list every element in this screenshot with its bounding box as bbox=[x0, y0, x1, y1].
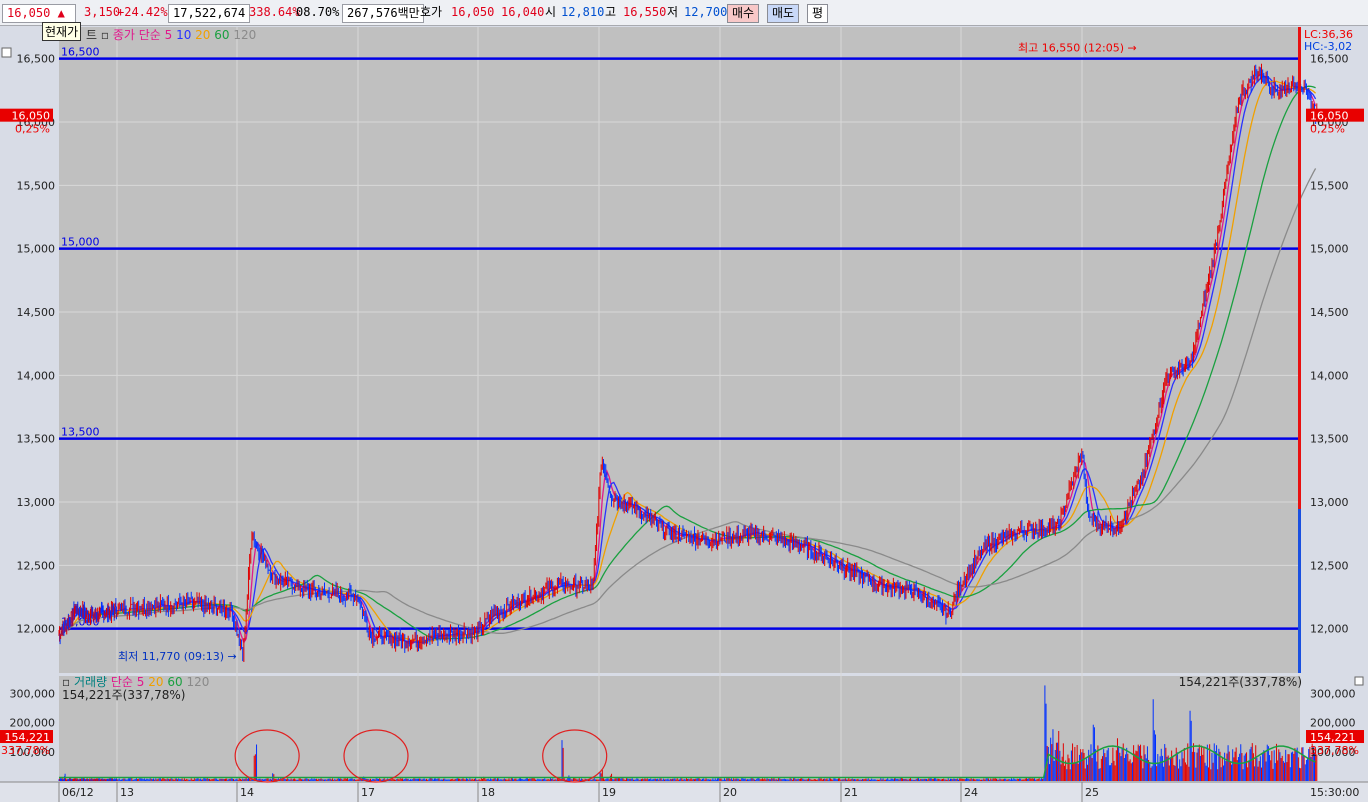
low-price: 12,700 bbox=[684, 5, 728, 19]
y-tick-left: 15,000 bbox=[17, 243, 56, 256]
right-pct-text: 0,25% bbox=[1310, 123, 1345, 136]
low-annotation: 최저 11,770 (09:13) → bbox=[118, 650, 237, 663]
volume-ratio: 338.64% bbox=[249, 5, 300, 19]
open-label: 시 bbox=[545, 5, 557, 19]
x-tick: 21 bbox=[844, 786, 858, 799]
grid-toggle-icon[interactable] bbox=[1, 47, 12, 58]
buy-button[interactable]: 매수 bbox=[727, 4, 760, 23]
x-tick: 24 bbox=[964, 786, 978, 799]
volume-legend[interactable]: ▫ 거래량 단순 5 20 60 120 bbox=[62, 675, 209, 689]
volume-y-tick-left: 200,000 bbox=[10, 717, 56, 730]
y-tick-right: 12,000 bbox=[1310, 623, 1349, 636]
trade-amount: 267,576백만 bbox=[342, 4, 424, 23]
current-price: 16,050 ▲ bbox=[2, 4, 76, 23]
support-line-label: 15,000 bbox=[61, 236, 100, 249]
quote-toolbar: 16,050 ▲ 3,150 +24.42% 17,522,674 338.64… bbox=[0, 0, 1368, 26]
ask-price: 16,050 bbox=[451, 5, 495, 19]
quote-label: 호가 bbox=[420, 5, 443, 19]
turnover: 08.70% bbox=[296, 5, 340, 19]
y-tick-right: 14,500 bbox=[1310, 306, 1349, 319]
y-tick-left: 12,000 bbox=[17, 623, 56, 636]
change-percent: +24.42% bbox=[117, 5, 168, 19]
volume-y-tick-right: 200,000 bbox=[1310, 717, 1356, 730]
sell-button[interactable]: 매도 bbox=[767, 4, 800, 23]
y-tick-right: 14,000 bbox=[1310, 369, 1349, 382]
y-tick-left: 15,500 bbox=[17, 179, 56, 192]
right-volume-badge-text: 154,221 bbox=[1310, 731, 1356, 744]
price-plot-area[interactable] bbox=[59, 27, 1300, 673]
x-tick: 25 bbox=[1085, 786, 1099, 799]
y-tick-left: 14,000 bbox=[17, 369, 56, 382]
volume: 17,522,674 bbox=[168, 4, 250, 23]
change-value: 3,150 bbox=[84, 5, 121, 19]
left-volume-badge-text: 154,221 bbox=[5, 731, 51, 744]
bid-price: 16,040 bbox=[501, 5, 545, 19]
y-tick-left: 12,500 bbox=[17, 559, 56, 572]
hc-value: HC:-3,02 bbox=[1304, 40, 1352, 53]
volume-current-right: 154,221주(337,78%) bbox=[1179, 675, 1302, 689]
high-price: 16,550 bbox=[623, 5, 667, 19]
y-tick-left: 13,500 bbox=[17, 433, 56, 446]
left-price-badge-text: 16,050 bbox=[12, 110, 51, 123]
y-tick-right: 13,500 bbox=[1310, 433, 1349, 446]
right-price-badge-text: 16,050 bbox=[1310, 110, 1349, 123]
x-tick: 13 bbox=[120, 786, 134, 799]
high-annotation: 최고 16,550 (12:05) → bbox=[1018, 41, 1137, 54]
x-tick: 19 bbox=[602, 786, 616, 799]
x-tick: 18 bbox=[481, 786, 495, 799]
time-label: 15:30:00 bbox=[1310, 786, 1359, 799]
right-volume-pct: 337,78% bbox=[1310, 744, 1359, 757]
x-tick: 17 bbox=[361, 786, 375, 799]
y-tick-right: 13,000 bbox=[1310, 496, 1349, 509]
volume-y-tick-right: 300,000 bbox=[1310, 688, 1356, 701]
open-price: 12,810 bbox=[561, 5, 605, 19]
tooltip: 현재가 bbox=[42, 22, 82, 41]
y-tick-left: 14,500 bbox=[17, 306, 56, 319]
low-label: 저 bbox=[667, 5, 679, 19]
y-tick-right: 16,500 bbox=[1310, 53, 1349, 66]
y-tick-right: 15,500 bbox=[1310, 179, 1349, 192]
close-pane-icon[interactable] bbox=[1354, 676, 1364, 686]
y-tick-left: 13,000 bbox=[17, 496, 56, 509]
price-legend[interactable]: 트 ▫ 종가 단순 5 10 20 60 120 bbox=[86, 28, 256, 42]
range-bar-red bbox=[1298, 27, 1301, 509]
stock-chart: 16,500 15,000 13,500 12,000 16,500 16,500 16,… bbox=[0, 26, 1368, 802]
left-volume-pct: 337,78% bbox=[1, 744, 50, 757]
left-pct-text: 0,25% bbox=[15, 123, 50, 136]
up-arrow-icon: ▲ bbox=[57, 6, 65, 20]
volume-y-tick-left: 300,000 bbox=[10, 688, 56, 701]
support-line-label: 13,500 bbox=[61, 426, 100, 439]
y-tick-right: 12,500 bbox=[1310, 559, 1349, 572]
y-tick-left: 16,500 bbox=[17, 53, 56, 66]
volume-current-left: 154,221주(337,78%) bbox=[62, 688, 185, 702]
x-tick: 20 bbox=[723, 786, 737, 799]
support-line-label: 16,500 bbox=[61, 46, 100, 59]
x-tick: 06/12 bbox=[62, 786, 94, 799]
x-tick: 14 bbox=[240, 786, 254, 799]
high-label: 고 bbox=[605, 5, 617, 19]
y-tick-right: 15,000 bbox=[1310, 243, 1349, 256]
evaluate-button[interactable]: 평 bbox=[807, 4, 829, 23]
range-bar-blue bbox=[1298, 509, 1301, 673]
